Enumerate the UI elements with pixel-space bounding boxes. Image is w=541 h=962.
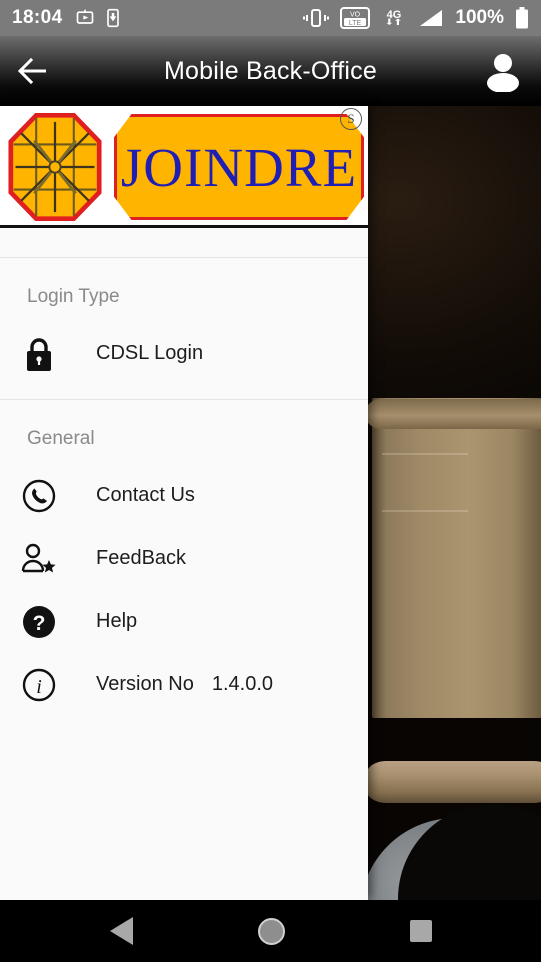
menu-item-help[interactable]: ? Help xyxy=(0,590,368,653)
menu-item-label: CDSL Login xyxy=(96,342,204,364)
phone-screen: 18:04 VO LTE 4G 100% Mobile Back-Office … xyxy=(0,0,541,962)
version-value: 1.4.0.0 xyxy=(211,673,274,695)
menu-item-version[interactable]: i Version No 1.4.0.0 xyxy=(0,653,368,716)
nav-recents-button[interactable] xyxy=(390,900,452,962)
scroll-bottom-roll xyxy=(366,761,541,803)
status-bar: 18:04 VO LTE 4G 100% xyxy=(0,0,541,36)
navigation-drawer: JOINDRE S Login Type CDSL Login General xyxy=(0,106,368,900)
4g-data-icon: 4G xyxy=(381,7,407,29)
vibrate-icon xyxy=(303,8,330,28)
drawer-header: JOINDRE S xyxy=(0,106,368,228)
profile-button[interactable] xyxy=(479,47,527,95)
person-star-icon xyxy=(19,539,59,579)
menu-item-label: Contact Us xyxy=(96,484,195,506)
brand-badge: JOINDRE xyxy=(114,114,364,220)
page-title: Mobile Back-Office xyxy=(164,56,377,85)
info-circle-icon: i xyxy=(19,665,59,705)
menu-item-feedback[interactable]: FeedBack xyxy=(0,527,368,590)
download-to-device-icon xyxy=(105,8,121,28)
brand-logo: JOINDRE xyxy=(0,106,368,225)
menu-item-cdsl-login[interactable]: CDSL Login xyxy=(0,322,368,385)
menu-item-label: Help xyxy=(96,610,138,632)
phone-circle-icon xyxy=(19,476,59,516)
square-recents-icon xyxy=(410,920,432,942)
svg-text:LTE: LTE xyxy=(349,20,362,27)
scroll-top-roll xyxy=(366,399,541,429)
svg-text:?: ? xyxy=(33,612,46,635)
signal-bars-icon xyxy=(418,8,444,28)
brand-name: JOINDRE xyxy=(120,136,358,198)
triangle-back-icon xyxy=(109,917,133,945)
section-header-login-type: Login Type xyxy=(27,286,120,307)
lock-icon xyxy=(19,334,59,374)
back-button[interactable] xyxy=(0,36,66,106)
nav-home-button[interactable] xyxy=(240,900,302,962)
arrow-left-icon xyxy=(17,57,46,85)
app-bar: Mobile Back-Office xyxy=(0,36,541,106)
octagon-geometric-icon xyxy=(8,112,102,222)
menu-item-contact-us[interactable]: Contact Us xyxy=(0,464,368,527)
circle-home-icon xyxy=(257,917,285,945)
battery-icon xyxy=(515,7,529,29)
scroll-line xyxy=(382,510,468,512)
volte-icon: VO LTE xyxy=(340,7,371,29)
section-header-general: General xyxy=(27,428,95,449)
system-nav-bar xyxy=(0,900,541,962)
status-icons-right: VO LTE 4G 100% xyxy=(303,7,529,29)
parchment-scroll-image xyxy=(372,398,541,718)
person-account-icon xyxy=(487,54,519,92)
status-clock: 18:04 xyxy=(12,7,63,28)
menu-item-label: FeedBack xyxy=(96,547,187,569)
registered-mark: S xyxy=(340,108,362,130)
svg-text:VO: VO xyxy=(350,12,361,19)
scroll-line xyxy=(382,453,468,455)
nav-back-button[interactable] xyxy=(90,900,152,962)
help-question-icon: ? xyxy=(19,602,59,642)
menu-item-label: Version No xyxy=(96,673,194,695)
tv-cast-icon xyxy=(75,8,95,28)
drawer-divider-top xyxy=(0,228,368,258)
battery-percent-label: 100% xyxy=(455,7,504,28)
svg-text:i: i xyxy=(36,676,42,698)
